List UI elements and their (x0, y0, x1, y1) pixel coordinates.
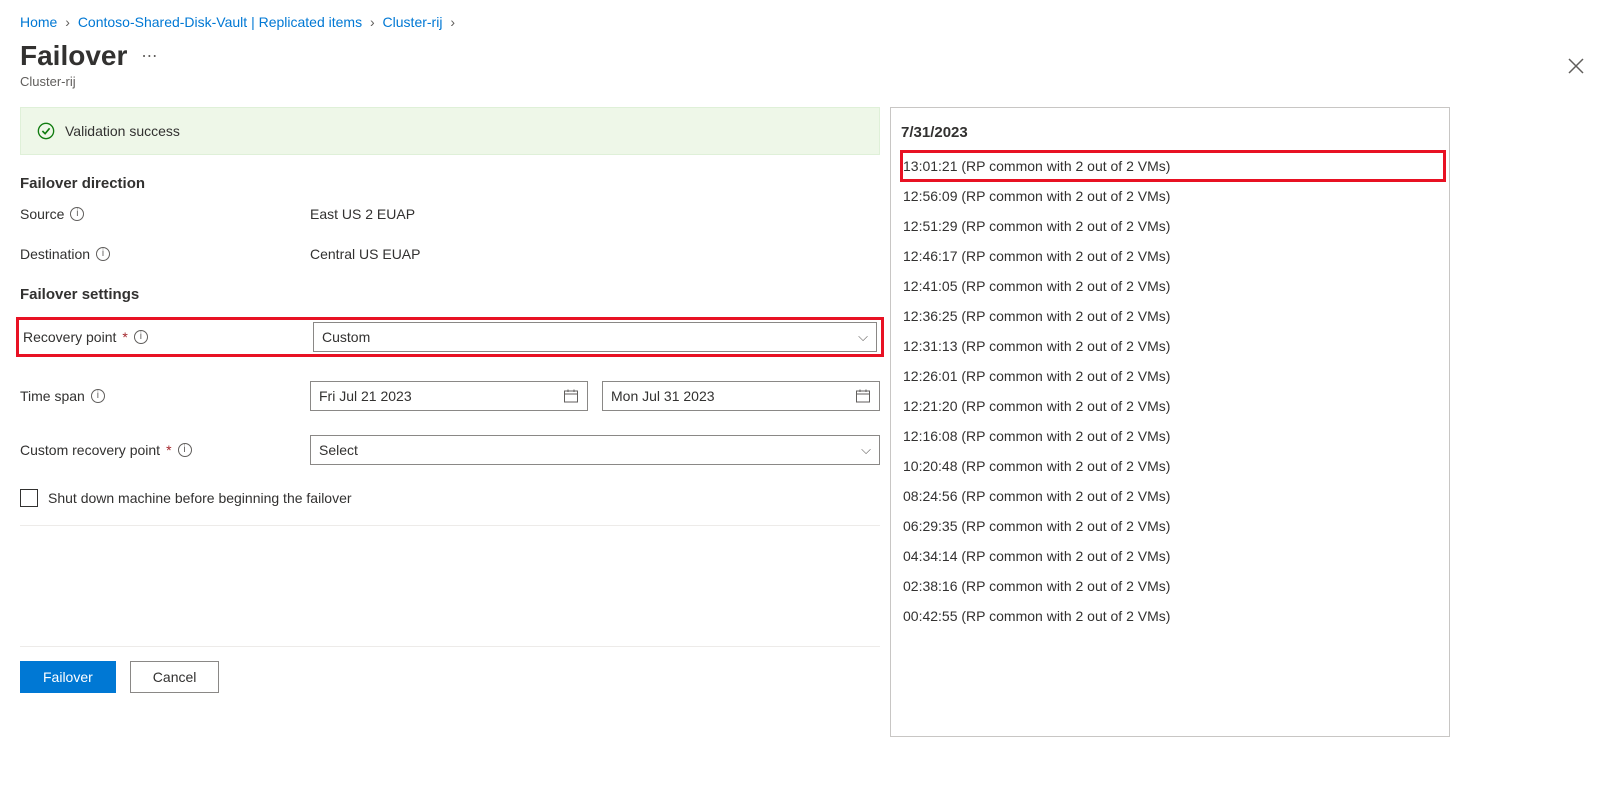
close-button[interactable] (1562, 52, 1590, 80)
time-span-to-input[interactable]: Mon Jul 31 2023 (602, 381, 880, 411)
custom-recovery-point-select[interactable]: Select ⌵ (310, 435, 880, 465)
chevron-right-icon: › (370, 14, 375, 30)
info-icon[interactable]: i (96, 247, 110, 261)
recovery-point-value: Custom (322, 329, 370, 345)
recovery-point-option[interactable]: 12:36:25 (RP common with 2 out of 2 VMs) (901, 301, 1445, 331)
info-icon[interactable]: i (91, 389, 105, 403)
chevron-down-icon: ⌵ (858, 329, 868, 345)
recovery-point-option[interactable]: 12:26:01 (RP common with 2 out of 2 VMs) (901, 361, 1445, 391)
footer-actions: Failover Cancel (20, 646, 880, 693)
required-marker: * (122, 329, 127, 345)
recovery-point-label: Recovery point (23, 329, 116, 345)
info-icon[interactable]: i (70, 207, 84, 221)
recovery-point-option[interactable]: 12:41:05 (RP common with 2 out of 2 VMs) (901, 271, 1445, 301)
close-icon (1568, 58, 1584, 74)
more-actions-button[interactable]: ⋯ (141, 46, 158, 66)
chevron-right-icon: › (450, 14, 455, 30)
source-value: East US 2 EUAP (310, 206, 880, 222)
time-span-label: Time span (20, 388, 85, 404)
recovery-point-option[interactable]: 10:20:48 (RP common with 2 out of 2 VMs) (901, 451, 1445, 481)
recovery-point-option[interactable]: 06:29:35 (RP common with 2 out of 2 VMs) (901, 511, 1445, 541)
required-marker: * (166, 442, 171, 458)
destination-value: Central US EUAP (310, 246, 880, 262)
recovery-point-row-highlight: Recovery point * i Custom ⌵ (16, 317, 884, 357)
chevron-down-icon: ⌵ (861, 442, 871, 458)
breadcrumb-home[interactable]: Home (20, 14, 57, 30)
info-icon[interactable]: i (134, 330, 148, 344)
section-failover-direction: Failover direction (20, 175, 880, 192)
recovery-point-option[interactable]: 04:34:14 (RP common with 2 out of 2 VMs) (901, 541, 1445, 571)
destination-label: Destination (20, 246, 90, 262)
chevron-right-icon: › (65, 14, 70, 30)
failover-button[interactable]: Failover (20, 661, 116, 693)
custom-recovery-point-value: Select (319, 442, 358, 458)
cancel-button[interactable]: Cancel (130, 661, 220, 693)
page-subtitle: Cluster-rij (20, 74, 1598, 89)
section-failover-settings: Failover settings (20, 286, 880, 303)
success-icon (37, 122, 55, 140)
calendar-icon (563, 388, 579, 404)
recovery-point-option[interactable]: 12:31:13 (RP common with 2 out of 2 VMs) (901, 331, 1445, 361)
time-span-to-value: Mon Jul 31 2023 (611, 388, 715, 404)
time-span-from-input[interactable]: Fri Jul 21 2023 (310, 381, 588, 411)
calendar-icon (855, 388, 871, 404)
info-icon[interactable]: i (178, 443, 192, 457)
recovery-point-option[interactable]: 12:46:17 (RP common with 2 out of 2 VMs) (901, 241, 1445, 271)
breadcrumb-cluster[interactable]: Cluster-rij (383, 14, 443, 30)
shutdown-checkbox[interactable] (20, 489, 38, 507)
recovery-point-option[interactable]: 12:21:20 (RP common with 2 out of 2 VMs) (901, 391, 1445, 421)
recovery-point-option[interactable]: 12:51:29 (RP common with 2 out of 2 VMs) (901, 211, 1445, 241)
validation-text: Validation success (65, 123, 180, 139)
recovery-point-option[interactable]: 12:56:09 (RP common with 2 out of 2 VMs) (901, 181, 1445, 211)
recovery-point-option[interactable]: 02:38:16 (RP common with 2 out of 2 VMs) (901, 571, 1445, 601)
recovery-point-option[interactable]: 08:24:56 (RP common with 2 out of 2 VMs) (901, 481, 1445, 511)
breadcrumb-vault[interactable]: Contoso-Shared-Disk-Vault | Replicated i… (78, 14, 362, 30)
recovery-point-dropdown-panel: 7/31/2023 13:01:21 (RP common with 2 out… (890, 107, 1450, 737)
time-span-from-value: Fri Jul 21 2023 (319, 388, 412, 404)
recovery-point-option[interactable]: 12:16:08 (RP common with 2 out of 2 VMs) (901, 421, 1445, 451)
recovery-point-option[interactable]: 00:42:55 (RP common with 2 out of 2 VMs) (901, 601, 1445, 631)
shutdown-label: Shut down machine before beginning the f… (48, 490, 352, 506)
page-title: Failover (20, 40, 127, 72)
recovery-point-date-header: 7/31/2023 (901, 118, 1445, 151)
recovery-point-list[interactable]: 7/31/2023 13:01:21 (RP common with 2 out… (891, 108, 1449, 736)
source-label: Source (20, 206, 64, 222)
recovery-point-select[interactable]: Custom ⌵ (313, 322, 877, 352)
validation-banner: Validation success (20, 107, 880, 155)
custom-recovery-point-label: Custom recovery point (20, 442, 160, 458)
recovery-point-option[interactable]: 13:01:21 (RP common with 2 out of 2 VMs) (901, 151, 1445, 181)
breadcrumb: Home › Contoso-Shared-Disk-Vault | Repli… (20, 14, 1598, 30)
